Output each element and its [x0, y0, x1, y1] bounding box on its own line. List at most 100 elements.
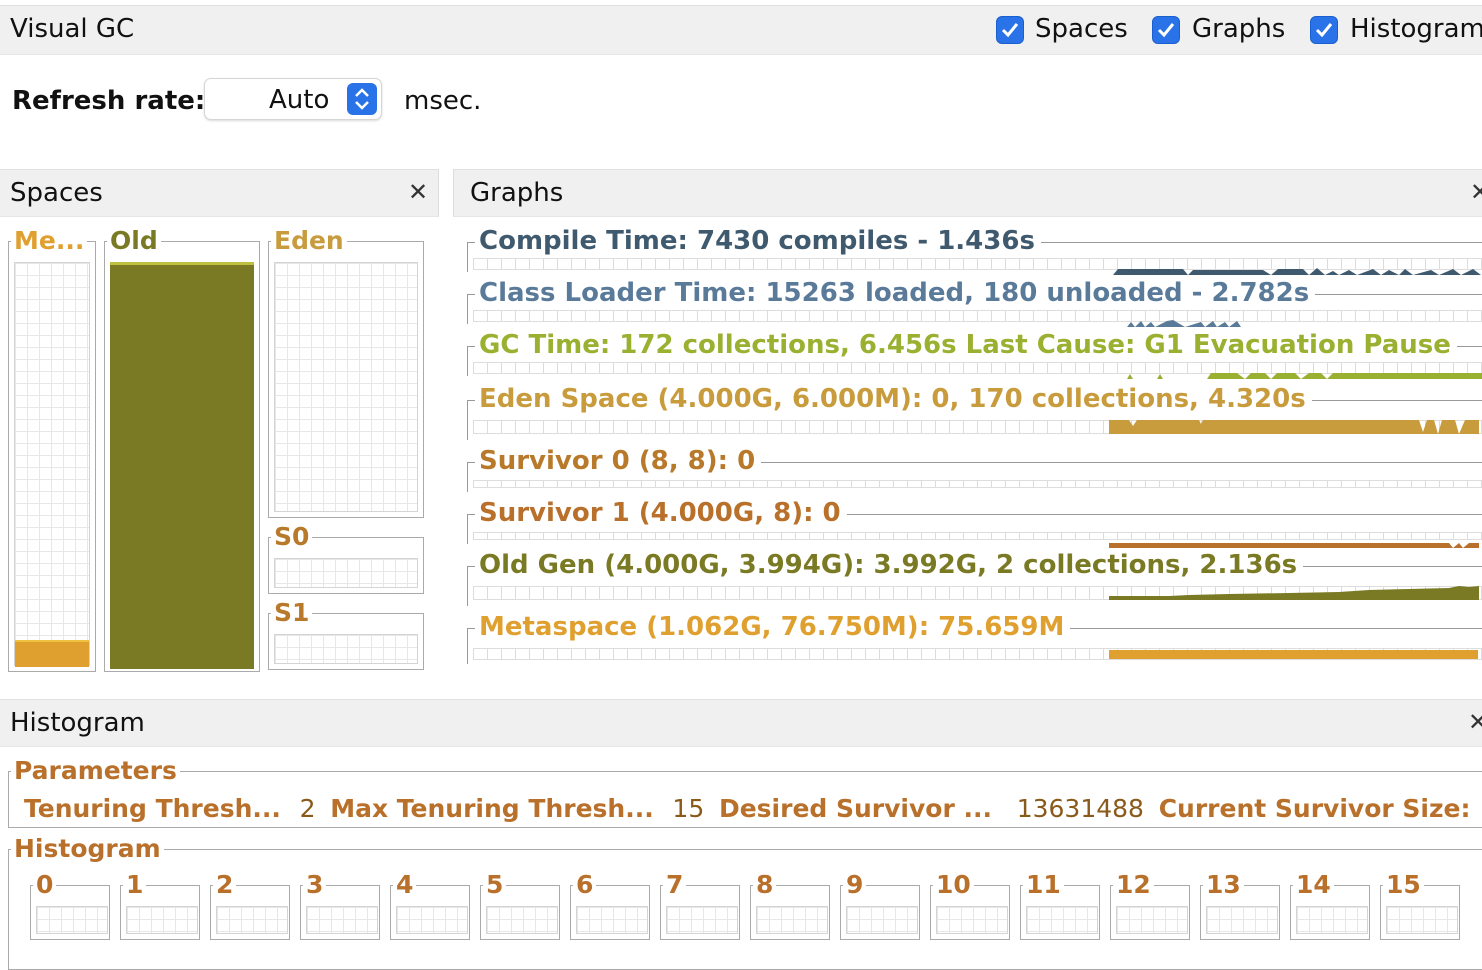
- histogram-close-icon[interactable]: ✕: [1468, 708, 1482, 736]
- param-tenuring-threshold-label: Tenuring Thresh...: [24, 794, 281, 823]
- histogram-bucket-grid: [396, 906, 468, 934]
- histogram-bucket-grid: [936, 906, 1008, 934]
- histogram-bucket-grid: [216, 906, 288, 934]
- header-bar: Visual GC Spaces Graphs Histogram: [0, 5, 1482, 55]
- param-desired-survivor-value: 13631488: [1016, 794, 1144, 823]
- param-desired-survivor-label: Desired Survivor ...: [718, 794, 992, 823]
- old-gen-sparkline: [1109, 584, 1479, 600]
- spaces-panel-header: Spaces ✕: [0, 169, 439, 217]
- refresh-rate-value: Auto: [269, 85, 330, 115]
- graph-metaspace: Metaspace (1.062G, 76.750M): 75.659M: [467, 612, 1482, 666]
- histogram-bucket-grid: [1206, 906, 1278, 934]
- checkmark-icon: [1157, 23, 1175, 38]
- histogram-group-label: Histogram: [14, 834, 161, 863]
- checkmark-icon: [1001, 23, 1019, 38]
- space-s0-label: S0: [274, 522, 310, 551]
- histogram-bucket-label: 14: [1296, 870, 1331, 899]
- refresh-unit-label: msec.: [404, 86, 482, 116]
- histogram-bucket-label: 6: [576, 870, 594, 899]
- histogram-checkbox-label[interactable]: Histogram: [1350, 14, 1482, 44]
- graph-survivor-1: Survivor 1 (4.000G, 8): 0: [467, 498, 1482, 548]
- survivor-1-sparkline: [1109, 533, 1479, 548]
- histogram-panel-header: Histogram ✕: [0, 699, 1482, 747]
- parameters-row: Tenuring Thresh... 2 Max Tenuring Thresh…: [24, 794, 1482, 823]
- metaspace-sparkline: [1109, 650, 1478, 659]
- histogram-bucket-grid: [1296, 906, 1368, 934]
- histogram-bucket-label: 10: [936, 870, 971, 899]
- eden-grid: [274, 262, 418, 512]
- parameters-group-label: Parameters: [14, 756, 177, 785]
- graph-eden-space-label: Eden Space (4.000G, 6.000M): 0, 170 coll…: [475, 384, 1312, 414]
- graph-survivor-0-label: Survivor 0 (8, 8): 0: [475, 446, 762, 476]
- graph-eden-space: Eden Space (4.000G, 6.000M): 0, 170 coll…: [467, 384, 1482, 442]
- space-eden-label: Eden: [274, 226, 344, 255]
- histogram-bucket-grid: [756, 906, 828, 934]
- histogram-bucket-label: 4: [396, 870, 414, 899]
- histogram-bucket-grid: [576, 906, 648, 934]
- spaces-panel-title: Spaces: [10, 178, 103, 208]
- space-metaspace-label: Me...: [14, 226, 85, 255]
- graph-survivor-0: Survivor 0 (8, 8): 0: [467, 446, 1482, 494]
- graphs-close-icon[interactable]: ✕: [1470, 178, 1482, 206]
- space-old-label: Old: [110, 226, 158, 255]
- metaspace-usage-fill: [15, 640, 89, 667]
- spaces-checkbox[interactable]: [996, 16, 1024, 44]
- histogram-panel-title: Histogram: [10, 708, 145, 738]
- histogram-bucket-label: 5: [486, 870, 504, 899]
- spaces-close-icon[interactable]: ✕: [408, 178, 428, 206]
- s0-grid: [274, 558, 418, 588]
- graph-old-gen-label: Old Gen (4.000G, 3.994G): 3.992G, 2 coll…: [475, 550, 1304, 580]
- histogram-bucket-label: 9: [846, 870, 864, 899]
- graph-compile-time: Compile Time: 7430 compiles - 1.436s: [467, 226, 1482, 275]
- graphs-panel-title: Graphs: [470, 178, 564, 208]
- histogram-bucket-label: 11: [1026, 870, 1061, 899]
- graph-old-gen: Old Gen (4.000G, 3.994G): 3.992G, 2 coll…: [467, 550, 1482, 608]
- space-s1-label: S1: [274, 598, 310, 627]
- histogram-bucket-grid: [126, 906, 198, 934]
- window-title: Visual GC: [10, 14, 135, 44]
- histogram-bucket-grid: [666, 906, 738, 934]
- refresh-rate-select[interactable]: Auto: [204, 78, 382, 120]
- old-usage-fill: [110, 262, 254, 669]
- histogram-bucket-grid: [846, 906, 918, 934]
- stepper-chevron-icon[interactable]: [347, 83, 377, 115]
- s1-grid: [274, 634, 418, 664]
- graph-class-loader: Class Loader Time: 15263 loaded, 180 unl…: [467, 278, 1482, 327]
- param-max-tenuring-threshold-value: 15: [672, 794, 705, 823]
- param-current-survivor-size-label: Current Survivor Size:: [1158, 794, 1471, 823]
- refresh-rate-label: Refresh rate:: [12, 86, 206, 116]
- histogram-bucket-label: 3: [306, 870, 324, 899]
- histogram-bucket-grid: [1026, 906, 1098, 934]
- histogram-checkbox[interactable]: [1310, 16, 1338, 44]
- graphs-panel-header: Graphs ✕: [453, 169, 1482, 217]
- histogram-bucket-label: 7: [666, 870, 684, 899]
- graphs-checkbox[interactable]: [1152, 16, 1180, 44]
- param-tenuring-threshold-value: 2: [299, 794, 316, 823]
- histogram-bucket-grid: [36, 906, 108, 934]
- histogram-bucket-grid: [306, 906, 378, 934]
- gc-time-sparkline: [1127, 364, 1482, 379]
- histogram-bucket-grid: [486, 906, 558, 934]
- graph-gc-time-label: GC Time: 172 collections, 6.456s Last Ca…: [475, 330, 1457, 360]
- histogram-bucket-label: 2: [216, 870, 234, 899]
- histogram-bucket-label: 15: [1386, 870, 1421, 899]
- graph-class-loader-label: Class Loader Time: 15263 loaded, 180 unl…: [475, 278, 1316, 308]
- histogram-bucket-label: 8: [756, 870, 774, 899]
- histogram-bucket-grid: [1386, 906, 1458, 934]
- eden-space-sparkline: [1109, 418, 1479, 434]
- class-loader-sparkline: [1127, 312, 1478, 327]
- histogram-bucket-label: 0: [36, 870, 54, 899]
- histogram-bucket-label: 13: [1206, 870, 1241, 899]
- graph-gc-time: GC Time: 172 collections, 6.456s Last Ca…: [467, 330, 1482, 379]
- compile-time-sparkline: [1113, 260, 1481, 275]
- checkmark-icon: [1315, 23, 1333, 38]
- graphs-checkbox-label[interactable]: Graphs: [1192, 14, 1285, 44]
- graph-metaspace-label: Metaspace (1.062G, 76.750M): 75.659M: [475, 612, 1071, 642]
- histogram-bucket-label: 1: [126, 870, 144, 899]
- graph-survivor-1-label: Survivor 1 (4.000G, 8): 0: [475, 498, 847, 528]
- spaces-checkbox-label[interactable]: Spaces: [1035, 14, 1128, 44]
- histogram-bucket-label: 12: [1116, 870, 1151, 899]
- graph-compile-time-label: Compile Time: 7430 compiles - 1.436s: [475, 226, 1041, 256]
- histogram-bucket-grid: [1116, 906, 1188, 934]
- metaspace-grid: [14, 262, 90, 666]
